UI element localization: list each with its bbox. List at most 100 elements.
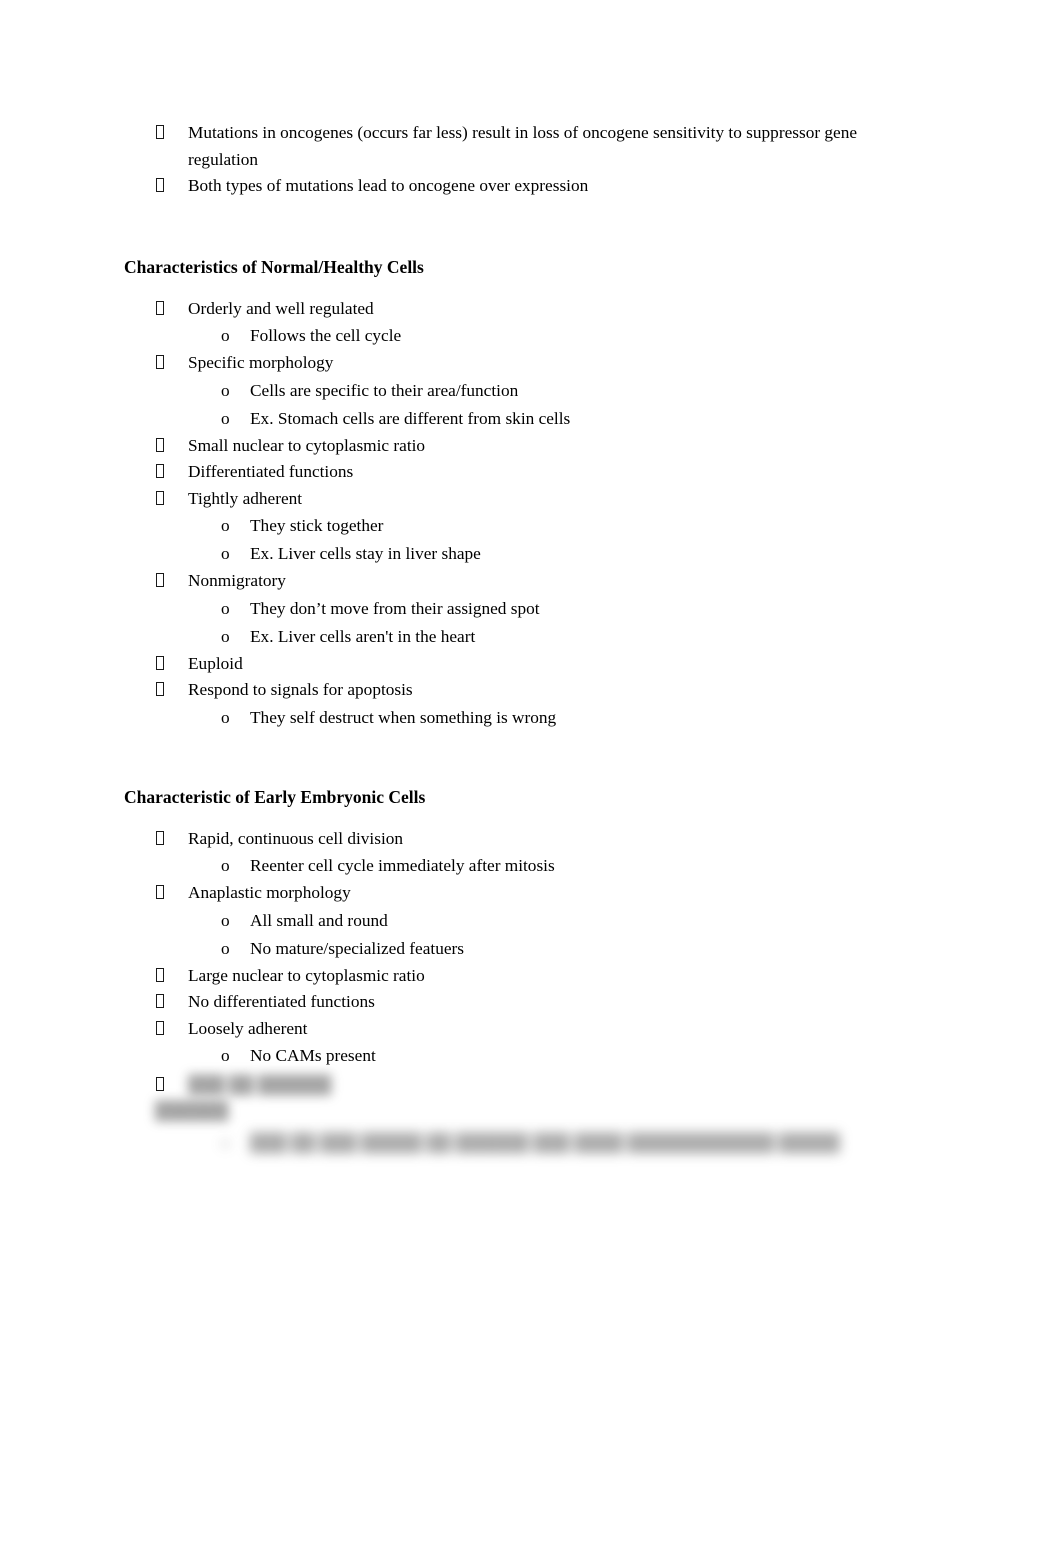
- bullet-box-icon: [155, 350, 169, 377]
- bullet-box-icon: [155, 677, 169, 704]
- list-item: No differentiated functions: [0, 989, 1062, 1016]
- list-item-text: Euploid: [188, 653, 243, 673]
- sub-bullet-marker: o: [221, 626, 230, 646]
- bullet-box-icon: [155, 963, 169, 990]
- sub-bullet-marker: o: [221, 910, 230, 930]
- redacted-line: ███ ██ ██████: [188, 1075, 332, 1094]
- list-item: Loosely adherent: [0, 1016, 1062, 1043]
- bullet-box-icon: [155, 120, 169, 147]
- sublist: o Reenter cell cycle immediately after m…: [0, 852, 1062, 880]
- sub-list-item-text: No CAMs present: [250, 1046, 376, 1065]
- list-normal-healthy-cells: Orderly and well regulated o Follows the…: [0, 296, 1062, 732]
- list-item: Tightly adherent: [0, 486, 1062, 513]
- list-item-text: Loosely adherent: [188, 1018, 308, 1038]
- sub-list-item: o They don’t move from their assigned sp…: [0, 595, 1062, 623]
- list-oncogene-carryover: Mutations in oncogenes (occurs far less)…: [0, 120, 1062, 200]
- list-item-text: Large nuclear to cytoplasmic ratio: [188, 965, 425, 985]
- list-item-text: Small nuclear to cytoplasmic ratio: [188, 435, 426, 455]
- bullet-box-icon: [155, 296, 169, 323]
- list-early-embryonic-cells: Rapid, continuous cell division o Reente…: [0, 826, 1062, 1071]
- sub-bullet-marker: o: [221, 326, 230, 345]
- sub-list-item-text: They self destruct when something is wro…: [250, 707, 557, 727]
- section-heading-early-embryonic-cells: Characteristic of Early Embryonic Cells: [124, 786, 426, 807]
- sub-list-item-text: Follows the cell cycle: [250, 326, 402, 345]
- list-item-text: Differentiated functions: [188, 462, 354, 481]
- sub-list-item-text: Ex. Liver cells aren't in the heart: [250, 626, 476, 646]
- document-body: Mutations in oncogenes (occurs far less)…: [0, 0, 1062, 1172]
- list-item: Mutations in oncogenes (occurs far less)…: [0, 120, 1062, 173]
- sublist: o They stick together o Ex. Liver cells …: [0, 512, 1062, 568]
- sub-list-item-text: Cells are specific to their area/functio…: [250, 380, 519, 400]
- sub-list-item-text: They don’t move from their assigned spot: [250, 598, 540, 618]
- sub-list-item: o Ex. Liver cells aren't in the heart: [0, 623, 1062, 651]
- sub-list-item: o They stick together: [0, 512, 1062, 540]
- list-item-text: Tightly adherent: [188, 488, 303, 508]
- list-item: Nonmigratory: [0, 568, 1062, 595]
- sub-list-item: o Ex. Stomach cells are different from s…: [0, 405, 1062, 433]
- heading-spacer: [0, 808, 1062, 826]
- bullet-box-icon: [155, 826, 169, 853]
- list-item-text: Specific morphology: [188, 353, 334, 372]
- sublist: o Cells are specific to their area/funct…: [0, 377, 1062, 433]
- sub-list-item: o Ex. Liver cells stay in liver shape: [0, 540, 1062, 568]
- heading-spacer: [0, 278, 1062, 296]
- sublist: o They self destruct when something is w…: [0, 704, 1062, 732]
- sub-list-item-text: All small and round: [250, 910, 388, 930]
- list-item: Euploid: [0, 651, 1062, 678]
- bullet-box-icon: [155, 1072, 169, 1098]
- sublist: o All small and round o No mature/specia…: [0, 907, 1062, 963]
- list-item: Small nuclear to cytoplasmic ratio: [0, 433, 1062, 460]
- list-item: Rapid, continuous cell division: [0, 826, 1062, 853]
- sub-list-item-text: Ex. Liver cells stay in liver shape: [250, 544, 481, 563]
- list-item: Both types of mutations lead to oncogene…: [0, 173, 1062, 200]
- sub-bullet-marker: o: [221, 408, 230, 428]
- sublist: o Follows the cell cycle: [0, 322, 1062, 350]
- document-page: Mutations in oncogenes (occurs far less)…: [0, 0, 1062, 1556]
- redacted-line: o ███ ██ ███ █████ ██ ██████ ███ ████ ██…: [221, 1130, 840, 1156]
- sub-bullet-marker: o: [221, 938, 230, 958]
- list-item-text: Mutations in oncogenes (occurs far less)…: [188, 123, 858, 169]
- sub-list-item-text: Reenter cell cycle immediately after mit…: [250, 856, 555, 875]
- section-heading-normal-healthy-cells: Characteristics of Normal/Healthy Cells: [124, 256, 424, 277]
- sublist: o They don’t move from their assigned sp…: [0, 595, 1062, 651]
- list-item: Anaplastic morphology: [0, 880, 1062, 907]
- sub-list-item-text: Ex. Stomach cells are different from ski…: [250, 408, 571, 428]
- redacted-blurred-region: ███ ██ ██████ ██████ o ███ ██ ███ █████ …: [0, 1072, 1062, 1172]
- bullet-box-icon: [155, 486, 169, 513]
- sub-list-item-text: They stick together: [250, 516, 384, 535]
- sub-bullet-marker: o: [221, 856, 230, 875]
- bullet-box-icon: [155, 1016, 169, 1043]
- sub-list-item: o They self destruct when something is w…: [0, 704, 1062, 732]
- bullet-box-icon: [155, 989, 169, 1016]
- sub-bullet-marker: o: [221, 707, 230, 727]
- sub-list-item: o Follows the cell cycle: [0, 322, 1062, 350]
- redacted-line: ██████: [155, 1101, 229, 1120]
- sub-list-item: o Cells are specific to their area/funct…: [0, 377, 1062, 405]
- list-item: Differentiated functions: [0, 459, 1062, 486]
- list-item-text: Rapid, continuous cell division: [188, 828, 404, 848]
- list-item: Large nuclear to cytoplasmic ratio: [0, 963, 1062, 990]
- list-item-text: No differentiated functions: [188, 992, 375, 1011]
- sub-bullet-marker: o: [221, 380, 230, 400]
- bullet-box-icon: [155, 651, 169, 678]
- list-item: Specific morphology: [0, 350, 1062, 377]
- sub-list-item: o All small and round: [0, 907, 1062, 935]
- bullet-box-icon: [155, 568, 169, 595]
- bullet-box-icon: [155, 880, 169, 907]
- sub-list-item: o Reenter cell cycle immediately after m…: [0, 852, 1062, 880]
- list-item-text: Respond to signals for apoptosis: [188, 680, 413, 699]
- list-item: Respond to signals for apoptosis: [0, 677, 1062, 704]
- bullet-box-icon: [155, 433, 169, 460]
- sub-list-item: o No CAMs present: [0, 1042, 1062, 1070]
- sub-bullet-marker: o: [221, 544, 230, 563]
- sub-list-item: o No mature/specialized featuers: [0, 935, 1062, 963]
- sub-list-item-text: No mature/specialized featuers: [250, 938, 464, 958]
- sub-bullet-marker: o: [221, 516, 230, 535]
- bullet-box-icon: [155, 459, 169, 486]
- list-item-text: Orderly and well regulated: [188, 298, 374, 318]
- sub-bullet-marker: o: [221, 598, 230, 618]
- sub-bullet-marker: o: [221, 1133, 230, 1152]
- list-item-text: Both types of mutations lead to oncogene…: [188, 176, 589, 195]
- top-margin-spacer: [0, 0, 1062, 120]
